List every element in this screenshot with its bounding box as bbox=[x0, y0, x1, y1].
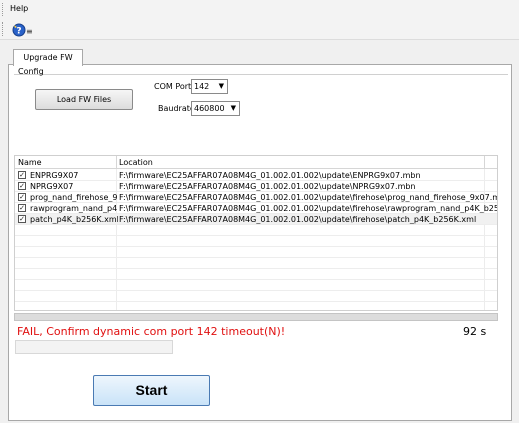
list-item[interactable]: ✓ rawprogram_nand_p4... F:\firmware\EC25… bbox=[15, 203, 497, 214]
file-location: F:\firmware\EC25AFFAR07A08M4G_01.002.01.… bbox=[119, 182, 416, 191]
com-port-label: COM Port: bbox=[154, 82, 194, 91]
file-name: ENPRG9X07 bbox=[30, 171, 79, 180]
config-group bbox=[14, 74, 508, 150]
elapsed-time: 92 s bbox=[463, 325, 487, 338]
list-header: Name Location bbox=[15, 156, 497, 169]
file-name: patch_p4K_b256K.xml bbox=[30, 215, 118, 224]
checkbox[interactable]: ✓ bbox=[18, 171, 26, 179]
column-divider[interactable] bbox=[116, 156, 117, 169]
firmware-file-list[interactable]: Name Location ✓ ENPRG9X07 F:\firmware\EC… bbox=[14, 155, 498, 311]
com-port-select[interactable]: 142 ▼ bbox=[191, 79, 228, 94]
help-icon[interactable]: ? bbox=[12, 23, 26, 37]
empty-row bbox=[15, 225, 497, 236]
list-item[interactable]: ✓ ENPRG9X07 F:\firmware\EC25AFFAR07A08M4… bbox=[15, 170, 497, 181]
toolbar bbox=[0, 19, 519, 40]
file-location: F:\firmware\EC25AFFAR07A08M4G_01.002.01.… bbox=[119, 171, 421, 180]
column-divider[interactable] bbox=[484, 156, 485, 169]
menu-help[interactable]: Help bbox=[10, 4, 28, 13]
checkbox[interactable]: ✓ bbox=[18, 215, 26, 223]
progress-bar bbox=[15, 340, 173, 354]
com-port-value: 142 bbox=[194, 82, 210, 91]
list-item[interactable]: ✓ prog_nand_firehose_9... F:\firmware\EC… bbox=[15, 192, 497, 203]
empty-row bbox=[15, 280, 497, 291]
file-location: F:\firmware\EC25AFFAR07A08M4G_01.002.01.… bbox=[119, 193, 497, 202]
load-fw-files-button[interactable]: Load FW Files bbox=[35, 89, 133, 110]
baudrate-value: 460800 bbox=[194, 104, 225, 113]
empty-row bbox=[15, 236, 497, 247]
tab-upgrade-fw[interactable]: Upgrade FW bbox=[13, 49, 83, 66]
column-header-name[interactable]: Name bbox=[18, 158, 42, 167]
file-location: F:\firmware\EC25AFFAR07A08M4G_01.002.01.… bbox=[119, 204, 497, 213]
toolbar-overflow-icon[interactable]: ≡ bbox=[26, 27, 33, 36]
horizontal-scrollbar[interactable] bbox=[14, 313, 498, 321]
status-message: FAIL, Confirm dynamic com port 142 timeo… bbox=[17, 325, 286, 338]
list-item[interactable]: ✓ patch_p4K_b256K.xml F:\firmware\EC25AF… bbox=[15, 214, 497, 225]
column-header-location[interactable]: Location bbox=[119, 158, 153, 167]
empty-row bbox=[15, 291, 497, 302]
checkbox[interactable]: ✓ bbox=[18, 182, 26, 190]
menu-grip bbox=[2, 3, 5, 16]
start-button[interactable]: Start bbox=[93, 375, 210, 406]
checkbox[interactable]: ✓ bbox=[18, 193, 26, 201]
file-location: F:\firmware\EC25AFFAR07A08M4G_01.002.01.… bbox=[119, 215, 477, 224]
menu-bar: Help bbox=[0, 0, 519, 19]
empty-row bbox=[15, 247, 497, 258]
empty-row bbox=[15, 258, 497, 269]
empty-row bbox=[15, 269, 497, 280]
file-name: rawprogram_nand_p4... bbox=[30, 204, 118, 213]
list-item[interactable]: ✓ NPRG9X07 F:\firmware\EC25AFFAR07A08M4G… bbox=[15, 181, 497, 192]
chevron-down-icon: ▼ bbox=[218, 82, 224, 90]
list-rows: ✓ ENPRG9X07 F:\firmware\EC25AFFAR07A08M4… bbox=[15, 170, 497, 302]
file-name: prog_nand_firehose_9... bbox=[30, 193, 118, 202]
chevron-down-icon: ▼ bbox=[230, 104, 236, 112]
baudrate-select[interactable]: 460800 ▼ bbox=[191, 101, 240, 116]
file-name: NPRG9X07 bbox=[30, 182, 74, 191]
toolbar-grip bbox=[2, 22, 5, 36]
config-label: Config bbox=[18, 67, 44, 76]
svg-text:?: ? bbox=[16, 27, 21, 37]
checkbox[interactable]: ✓ bbox=[18, 204, 26, 212]
